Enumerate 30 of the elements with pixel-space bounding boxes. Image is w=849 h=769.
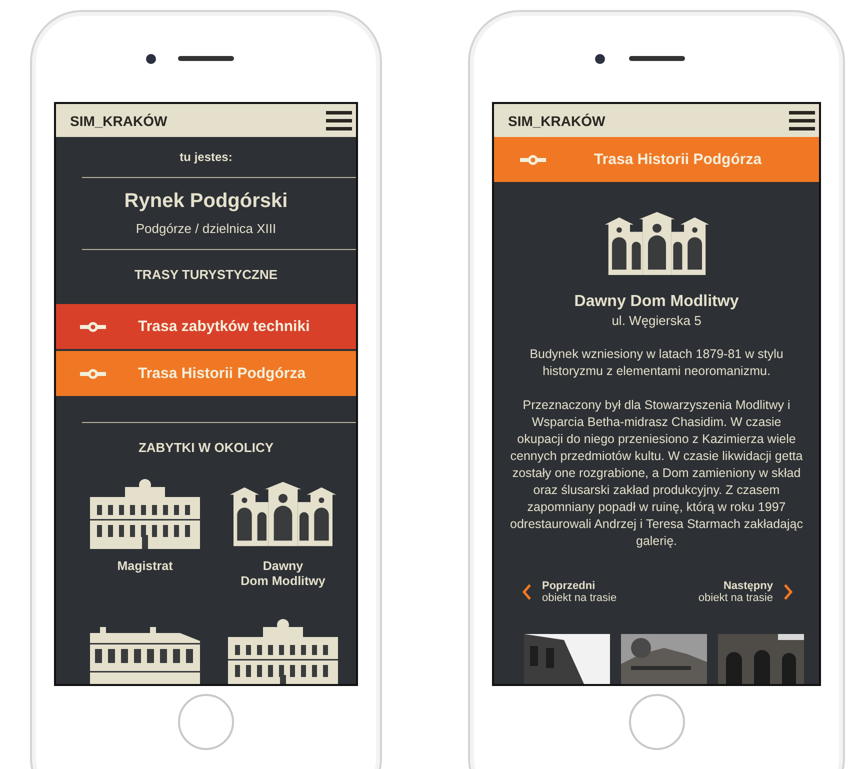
speaker-icon [628,56,684,61]
previous-link[interactable]: Poprzedni obiekt na trasie [522,580,617,604]
route-icon [80,366,106,380]
building-drawing[interactable] [90,479,200,549]
route-icon [520,152,546,166]
description-paragraph: Budynek wzniesiony w latach 1879-81 w stylu historyzmu z elementami neoromanizmu. [528,346,784,380]
sight-label[interactable]: Magistrat [117,559,173,574]
route-icon [80,320,106,334]
camera-icon [594,54,604,64]
menu-icon[interactable] [789,110,815,130]
section-heading: ZABYTKI W OKOLICY [138,440,274,455]
speaker-icon [178,56,234,61]
menu-icon[interactable] [326,110,352,130]
sight-address: ul. Węgierska 5 [612,313,702,328]
description-paragraph: Przeznaczony był dla Stowarzyszenia Modlitwy i Wsparcia Betha-midrasz Chasidim. W czasie okupacji do niego przeniesiono z Kazimierza wiele cennych przedmiotów kultu. W czasie likwidacji getta zostały one rozgrabione, a Dom zamieniony w skład oraz ślusarski zakład produkcyjny. Z czasem zapomniany popadł w ruinę, którą w roku 1997 odrestaurowali Andrzej i Teresa Starmach zakładając galerię. [509,397,804,550]
location-name: Rynek Podgórski [124,190,288,213]
location-label: tu jestes: [180,150,232,164]
sight-title: Dawny Dom Modlitwy [574,293,739,311]
section-heading: TRASY TURYSTYCZNE [134,267,278,282]
chevron-left-icon [522,583,532,601]
building-drawing[interactable] [228,479,338,549]
app-title: SIM_KRAKÓW [70,112,168,128]
chevron-right-icon [783,583,793,601]
route-item[interactable]: Trasa zabytków techniki [56,304,356,349]
camera-icon [146,54,156,64]
district-label: Podgórze / dzielnica XIII [136,221,276,236]
building-drawing[interactable] [228,619,338,684]
app-title: SIM_KRAKÓW [508,112,606,128]
next-link[interactable]: Następny obiekt na trasie [698,580,793,604]
sight-label[interactable]: Dawny Dom Modlitwy [240,559,326,589]
